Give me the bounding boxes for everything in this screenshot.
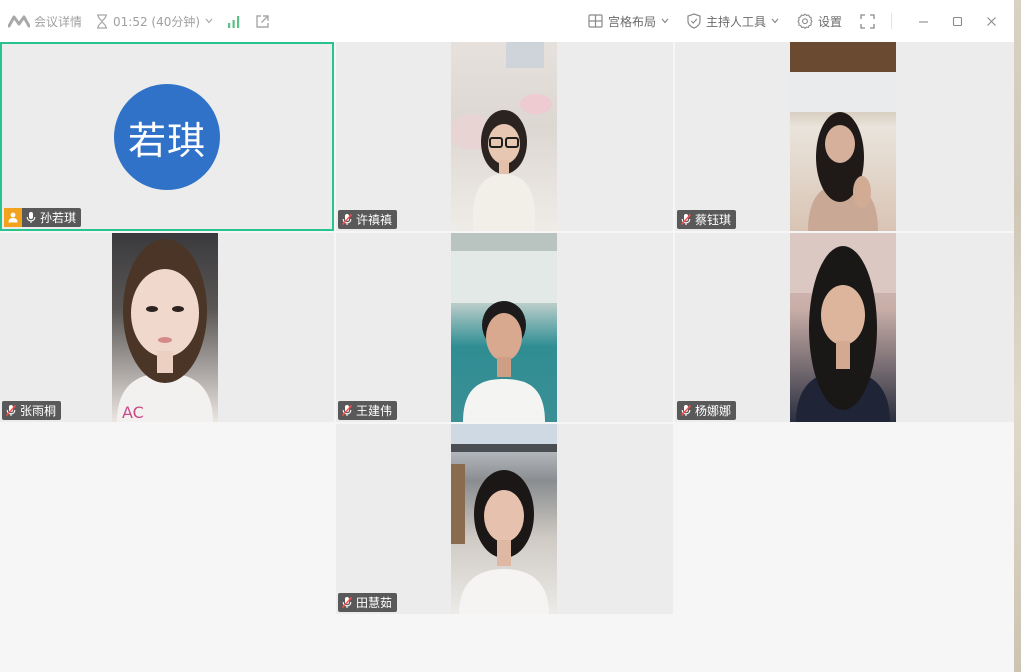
participant-label: 孙若琪 [4,208,82,227]
participant-name: 许禛禛 [356,213,393,227]
host-tools-label: 主持人工具 [705,14,766,29]
microphone-muted-icon [680,404,692,417]
name-chip: 许禛禛 [338,210,398,229]
title-bar: 会议详情 01:52 (40分钟) 宫格布局 主持人工具 设置 [0,0,1014,42]
participant-tile[interactable]: 田慧茹 [336,424,673,614]
close-icon [986,16,996,26]
name-chip: 杨娜娜 [677,401,737,420]
participant-name: 张雨桐 [20,404,57,418]
participant-tile[interactable]: 王建伟 [336,233,673,422]
network-signal[interactable] [227,0,241,42]
titlebar-divider [891,13,892,29]
participant-tile[interactable]: AC 张雨桐 [0,233,334,422]
host-tools-button[interactable]: 主持人工具 [687,0,779,42]
participant-video [790,233,896,422]
avatar-text: 若琪 [127,118,206,163]
maximize-icon [952,16,962,26]
shield-icon [687,13,701,29]
video-frame: AC [117,239,213,422]
microphone-muted-icon [5,404,17,417]
participant-label: 田慧茹 [338,593,398,612]
video-frame [451,233,557,422]
gear-icon [797,13,813,29]
participant-label: 张雨桐 [2,401,62,420]
maximize-button[interactable] [940,0,974,42]
external-link-icon [256,14,269,28]
participant-name: 田慧茹 [356,596,393,610]
grid-layout-button[interactable]: 宫格布局 [588,0,669,42]
participant-tile[interactable]: 若琪 孙若琪 [0,42,334,231]
participant-video [790,42,896,231]
participant-video [451,233,557,422]
participant-label: 许禛禛 [338,210,398,229]
participant-label: 王建伟 [338,401,398,420]
participant-name: 孙若琪 [40,211,77,225]
fullscreen-button[interactable] [860,0,875,42]
participant-tile[interactable]: 杨娜娜 [675,233,1014,422]
minimize-button[interactable] [906,0,940,42]
meeting-window: 会议详情 01:52 (40分钟) 宫格布局 主持人工具 设置 若琪 孙若琪 许… [0,0,1014,672]
name-chip: 王建伟 [338,401,398,420]
meeting-info-button[interactable]: 会议详情 [34,0,82,42]
timer-text: 01:52 (40分钟) [113,14,201,29]
microphone-muted-icon [680,213,692,226]
person-icon [8,212,18,223]
participant-name: 杨娜娜 [695,404,732,418]
chevron-down-icon [205,18,213,24]
name-chip: 蔡钰琪 [677,210,737,229]
participant-name: 蔡钰琪 [695,213,732,227]
popout-button[interactable] [255,0,270,42]
host-badge [4,208,22,227]
microphone-muted-icon [341,404,353,417]
settings-button[interactable]: 设置 [797,0,842,42]
hourglass-icon [97,13,108,29]
name-chip: 田慧茹 [338,593,398,612]
name-chip: 张雨桐 [2,401,62,420]
microphone-icon [26,212,36,223]
participant-name: 王建伟 [356,404,393,418]
desktop-background-edge [1014,0,1021,672]
app-logo[interactable] [8,0,30,42]
participant-tile[interactable]: 许禛禛 [336,42,673,231]
microphone-muted-icon [341,596,353,609]
grid-layout-label: 宫格布局 [607,14,656,29]
signal-bars-icon [228,15,240,28]
video-frame [790,42,896,231]
close-button[interactable] [974,0,1008,42]
meeting-info-label: 会议详情 [34,14,83,29]
tencent-meeting-logo-icon [8,15,30,28]
settings-label: 设置 [817,14,842,29]
svg-text:AC: AC [122,403,144,422]
participant-label: 蔡钰琪 [677,210,737,229]
microphone-muted-icon [341,213,353,226]
avatar: 若琪 [114,84,220,190]
video-frame [451,42,552,231]
meeting-timer[interactable]: 01:52 (40分钟) [96,0,213,42]
fullscreen-icon [860,13,875,29]
participant-label: 杨娜娜 [677,401,737,420]
participant-tile[interactable]: 蔡钰琪 [675,42,1014,231]
grid-layout-icon [588,14,603,28]
minimize-icon [918,20,928,23]
chevron-down-icon [771,18,779,24]
name-chip: 孙若琪 [22,208,82,227]
participant-video [451,42,557,231]
chevron-down-icon [661,18,669,24]
video-frame [451,424,557,614]
video-frame [790,233,896,422]
video-grid: 若琪 孙若琪 许禛禛 蔡钰琪 AC 张雨桐 王建伟 杨娜娜 田慧茹 [0,42,1014,672]
participant-video [451,424,557,614]
participant-video: AC [112,233,218,422]
